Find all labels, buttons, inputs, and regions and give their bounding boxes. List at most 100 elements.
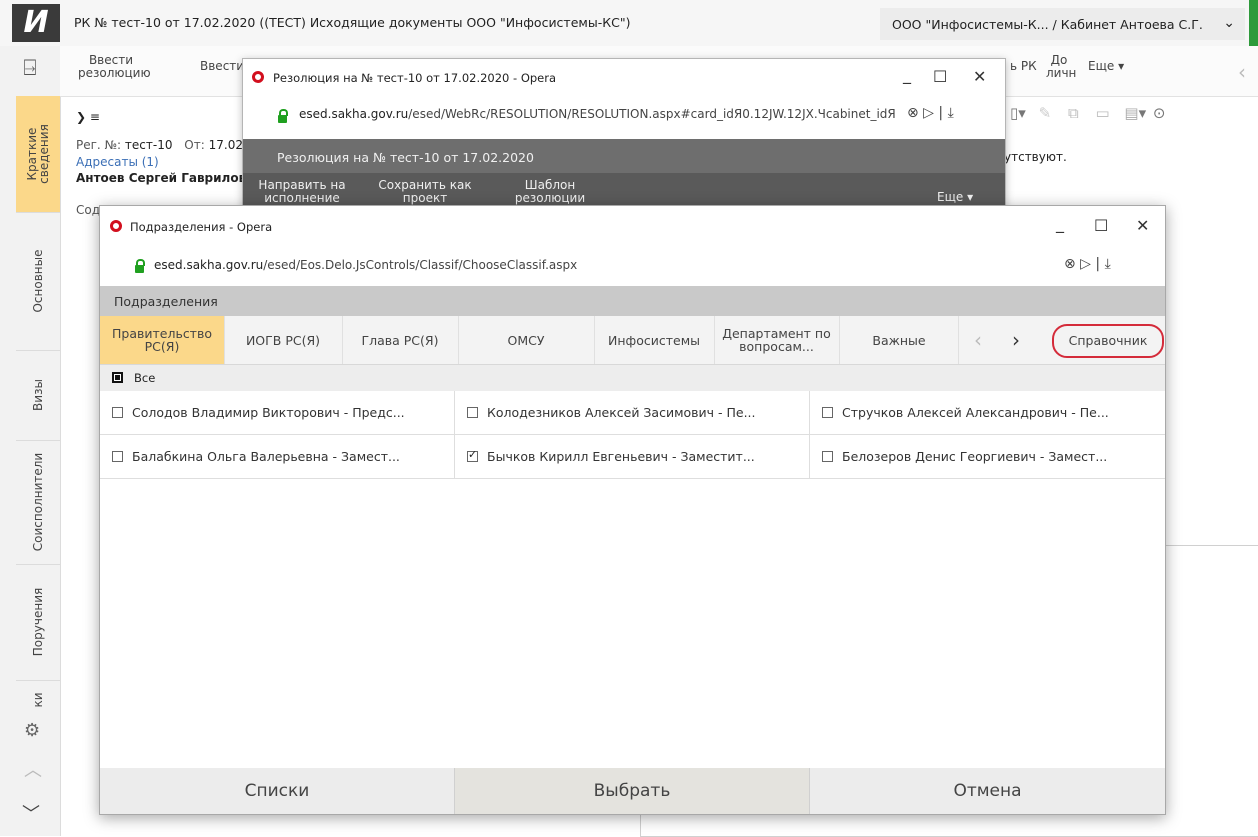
tab-omsu[interactable]: ОМСУ: [458, 316, 595, 364]
list-item[interactable]: Колодезников Алексей Засимович - Пе...: [455, 391, 810, 435]
subdivisions-window-titlebar: Подразделения - Opera _ ☐ ✕: [100, 206, 1165, 246]
tab-brief-info[interactable]: Краткие сведения: [16, 96, 60, 213]
opera-icon: [252, 71, 264, 83]
subdivision-tabs: Правительство РС(Я) ИОГВ РС(Я) Глава РС(…: [100, 316, 1165, 365]
more-label: Еще: [1088, 59, 1115, 73]
minimize-icon[interactable]: _: [903, 65, 911, 84]
chevron-right-icon[interactable]: ›: [1012, 328, 1020, 352]
lock-icon: [278, 109, 288, 123]
copy-icon[interactable]: ⧉: [1068, 104, 1079, 122]
tab-main[interactable]: Основные: [16, 212, 60, 351]
tab-important[interactable]: Важные: [840, 316, 959, 364]
tab-assignments[interactable]: Поручения: [16, 564, 60, 681]
reg-date-label: От:: [184, 138, 205, 152]
tab-government[interactable]: Правительство РС(Я): [100, 316, 225, 364]
subdivisions-window: Подразделения - Opera _ ☐ ✕ esed.sakha.g…: [99, 205, 1166, 815]
addressees-link[interactable]: Адресаты (1): [76, 155, 159, 169]
file-icon[interactable]: ▭: [1095, 104, 1109, 122]
cancel-button[interactable]: Отмена: [810, 768, 1165, 814]
minimize-icon[interactable]: _: [1056, 214, 1064, 233]
subdivisions-header-title: Подразделения: [114, 294, 218, 309]
person-checkbox[interactable]: [822, 451, 833, 462]
enter-button[interactable]: Ввести: [200, 60, 244, 73]
tab-label: Визы: [31, 379, 45, 411]
close-icon[interactable]: ✕: [973, 67, 986, 86]
rk-button[interactable]: ь РК: [1010, 60, 1037, 73]
person-checkbox-checked[interactable]: [467, 448, 478, 462]
resolution-url[interactable]: esed.sakha.gov.ru/esed/WebRc/RESOLUTION/…: [299, 107, 899, 121]
address-actions-icon[interactable]: ⊗ ▷ | ⤓: [1064, 256, 1111, 272]
app-logo: И: [12, 4, 60, 42]
logout-icon[interactable]: ⍈: [12, 56, 48, 86]
more-icon[interactable]: ⊙: [1153, 104, 1166, 122]
chevron-up-icon[interactable]: ︿: [24, 756, 42, 782]
chevron-down-icon: ⌄: [1223, 15, 1235, 31]
list-item[interactable]: Стручков Алексей Александрович - Пе...: [810, 391, 1165, 435]
maximize-icon[interactable]: ☐: [1094, 216, 1108, 235]
person-checkbox[interactable]: [112, 451, 123, 462]
tab-other[interactable]: ки: [16, 680, 60, 720]
app-header: И РК № тест-10 от 17.02.2020 ((ТЕСТ) Исх…: [0, 0, 1258, 47]
close-icon[interactable]: ✕: [1136, 216, 1149, 235]
status-strip: [1249, 0, 1258, 46]
resolution-more-button[interactable]: Еще ▾: [937, 191, 973, 204]
address-actions-icon[interactable]: ⊗ ▷ | ⤓: [907, 105, 954, 121]
person-checkbox[interactable]: [467, 407, 478, 418]
send-for-execution-button[interactable]: Направить на исполнение: [257, 179, 347, 205]
list-item[interactable]: Бычков Кирилл Евгеньевич - Заместит...: [455, 435, 810, 479]
list-item[interactable]: Белозеров Денис Георгиевич - Замест...: [810, 435, 1165, 479]
subdivisions-url[interactable]: esed.sakha.gov.ru/esed/Eos.Delo.JsContro…: [154, 258, 577, 272]
person-name: Балабкина Ольга Валерьевна - Замест...: [132, 449, 400, 464]
tab-visas[interactable]: Визы: [16, 350, 60, 441]
edit-icon[interactable]: ✎: [1039, 104, 1052, 122]
gear-icon[interactable]: ⚙: [24, 720, 40, 741]
more-button[interactable]: Еще ▾: [1088, 60, 1124, 73]
person-name: Колодезников Алексей Засимович - Пе...: [487, 405, 756, 420]
tab-label: Основные: [31, 249, 45, 313]
tab-label: Краткие сведения: [25, 124, 51, 184]
directory-button[interactable]: Справочник: [1052, 324, 1164, 358]
dialog-footer: Списки Выбрать Отмена: [100, 768, 1165, 814]
list-item[interactable]: Балабкина Ольга Валерьевна - Замест...: [100, 435, 455, 479]
maximize-icon[interactable]: ☐: [933, 67, 947, 86]
tab-department[interactable]: Департамент по вопросам...: [714, 316, 840, 364]
enter-resolution-button[interactable]: Ввести резолюцию: [78, 54, 151, 80]
resolution-window-titlebar: Резолюция на № тест-10 от 17.02.2020 - O…: [243, 59, 1005, 93]
resolution-template-button[interactable]: Шаблон резолюции: [505, 179, 595, 205]
select-button[interactable]: Выбрать: [455, 768, 810, 814]
reg-number-value: тест-10: [124, 138, 173, 152]
resolution-header: Резолюция на № тест-10 от 17.02.2020: [243, 139, 1005, 173]
url-path: /esed/WebRc/RESOLUTION/RESOLUTION.aspx#c…: [408, 107, 896, 121]
tab-label: ки: [31, 692, 45, 708]
lists-button[interactable]: Списки: [100, 768, 455, 814]
reg-number: Рег. №: тест-10 От: 17.02.: [76, 138, 247, 152]
tab-iogv[interactable]: ИОГВ РС(Я): [224, 316, 343, 364]
person-name: Стручков Алексей Александрович - Пе...: [842, 405, 1109, 420]
document-icon[interactable]: ▤: [1124, 104, 1138, 122]
person-checkbox[interactable]: [822, 407, 833, 418]
chevron-left-icon[interactable]: ‹: [974, 328, 982, 352]
opera-icon: [110, 220, 122, 232]
resolution-window: Резолюция на № тест-10 от 17.02.2020 - O…: [242, 58, 1006, 220]
tab-label: Поручения: [31, 587, 45, 657]
tab-infosystems[interactable]: Инфосистемы: [594, 316, 715, 364]
tab-head[interactable]: Глава РС(Я): [342, 316, 459, 364]
expander-icon[interactable]: ❯ ≡: [76, 110, 100, 124]
tab-coexecutors[interactable]: Соисполнители: [16, 440, 60, 565]
organization-cabinet-selector[interactable]: ООО "Инфосистемы-К... / Кабинет Антоева …: [880, 8, 1245, 40]
resolution-more-label: Еще: [937, 190, 964, 204]
subdivisions-window-title: Подразделения - Opera: [130, 220, 273, 234]
list-item[interactable]: Солодов Владимир Викторович - Предс...: [100, 391, 455, 435]
resolution-header-title: Резолюция на № тест-10 от 17.02.2020: [277, 150, 534, 165]
add-file-icon[interactable]: ▯: [1010, 104, 1018, 122]
addressee-name: Антоев Сергей Гаврилов: [76, 171, 247, 185]
chevron-left-icon[interactable]: ‹: [1238, 60, 1246, 84]
person-name: Белозеров Денис Георгиевич - Замест...: [842, 449, 1108, 464]
person-checkbox[interactable]: [112, 407, 123, 418]
people-grid: Солодов Владимир Викторович - Предс... К…: [100, 391, 1165, 481]
select-all-checkbox[interactable]: [112, 372, 123, 383]
chevron-down-icon[interactable]: ﹀: [22, 800, 40, 826]
save-as-draft-button[interactable]: Сохранить как проект: [373, 179, 477, 205]
person-name: Солодов Владимир Викторович - Предс...: [132, 405, 405, 420]
personal-button[interactable]: До личн: [1046, 54, 1076, 80]
